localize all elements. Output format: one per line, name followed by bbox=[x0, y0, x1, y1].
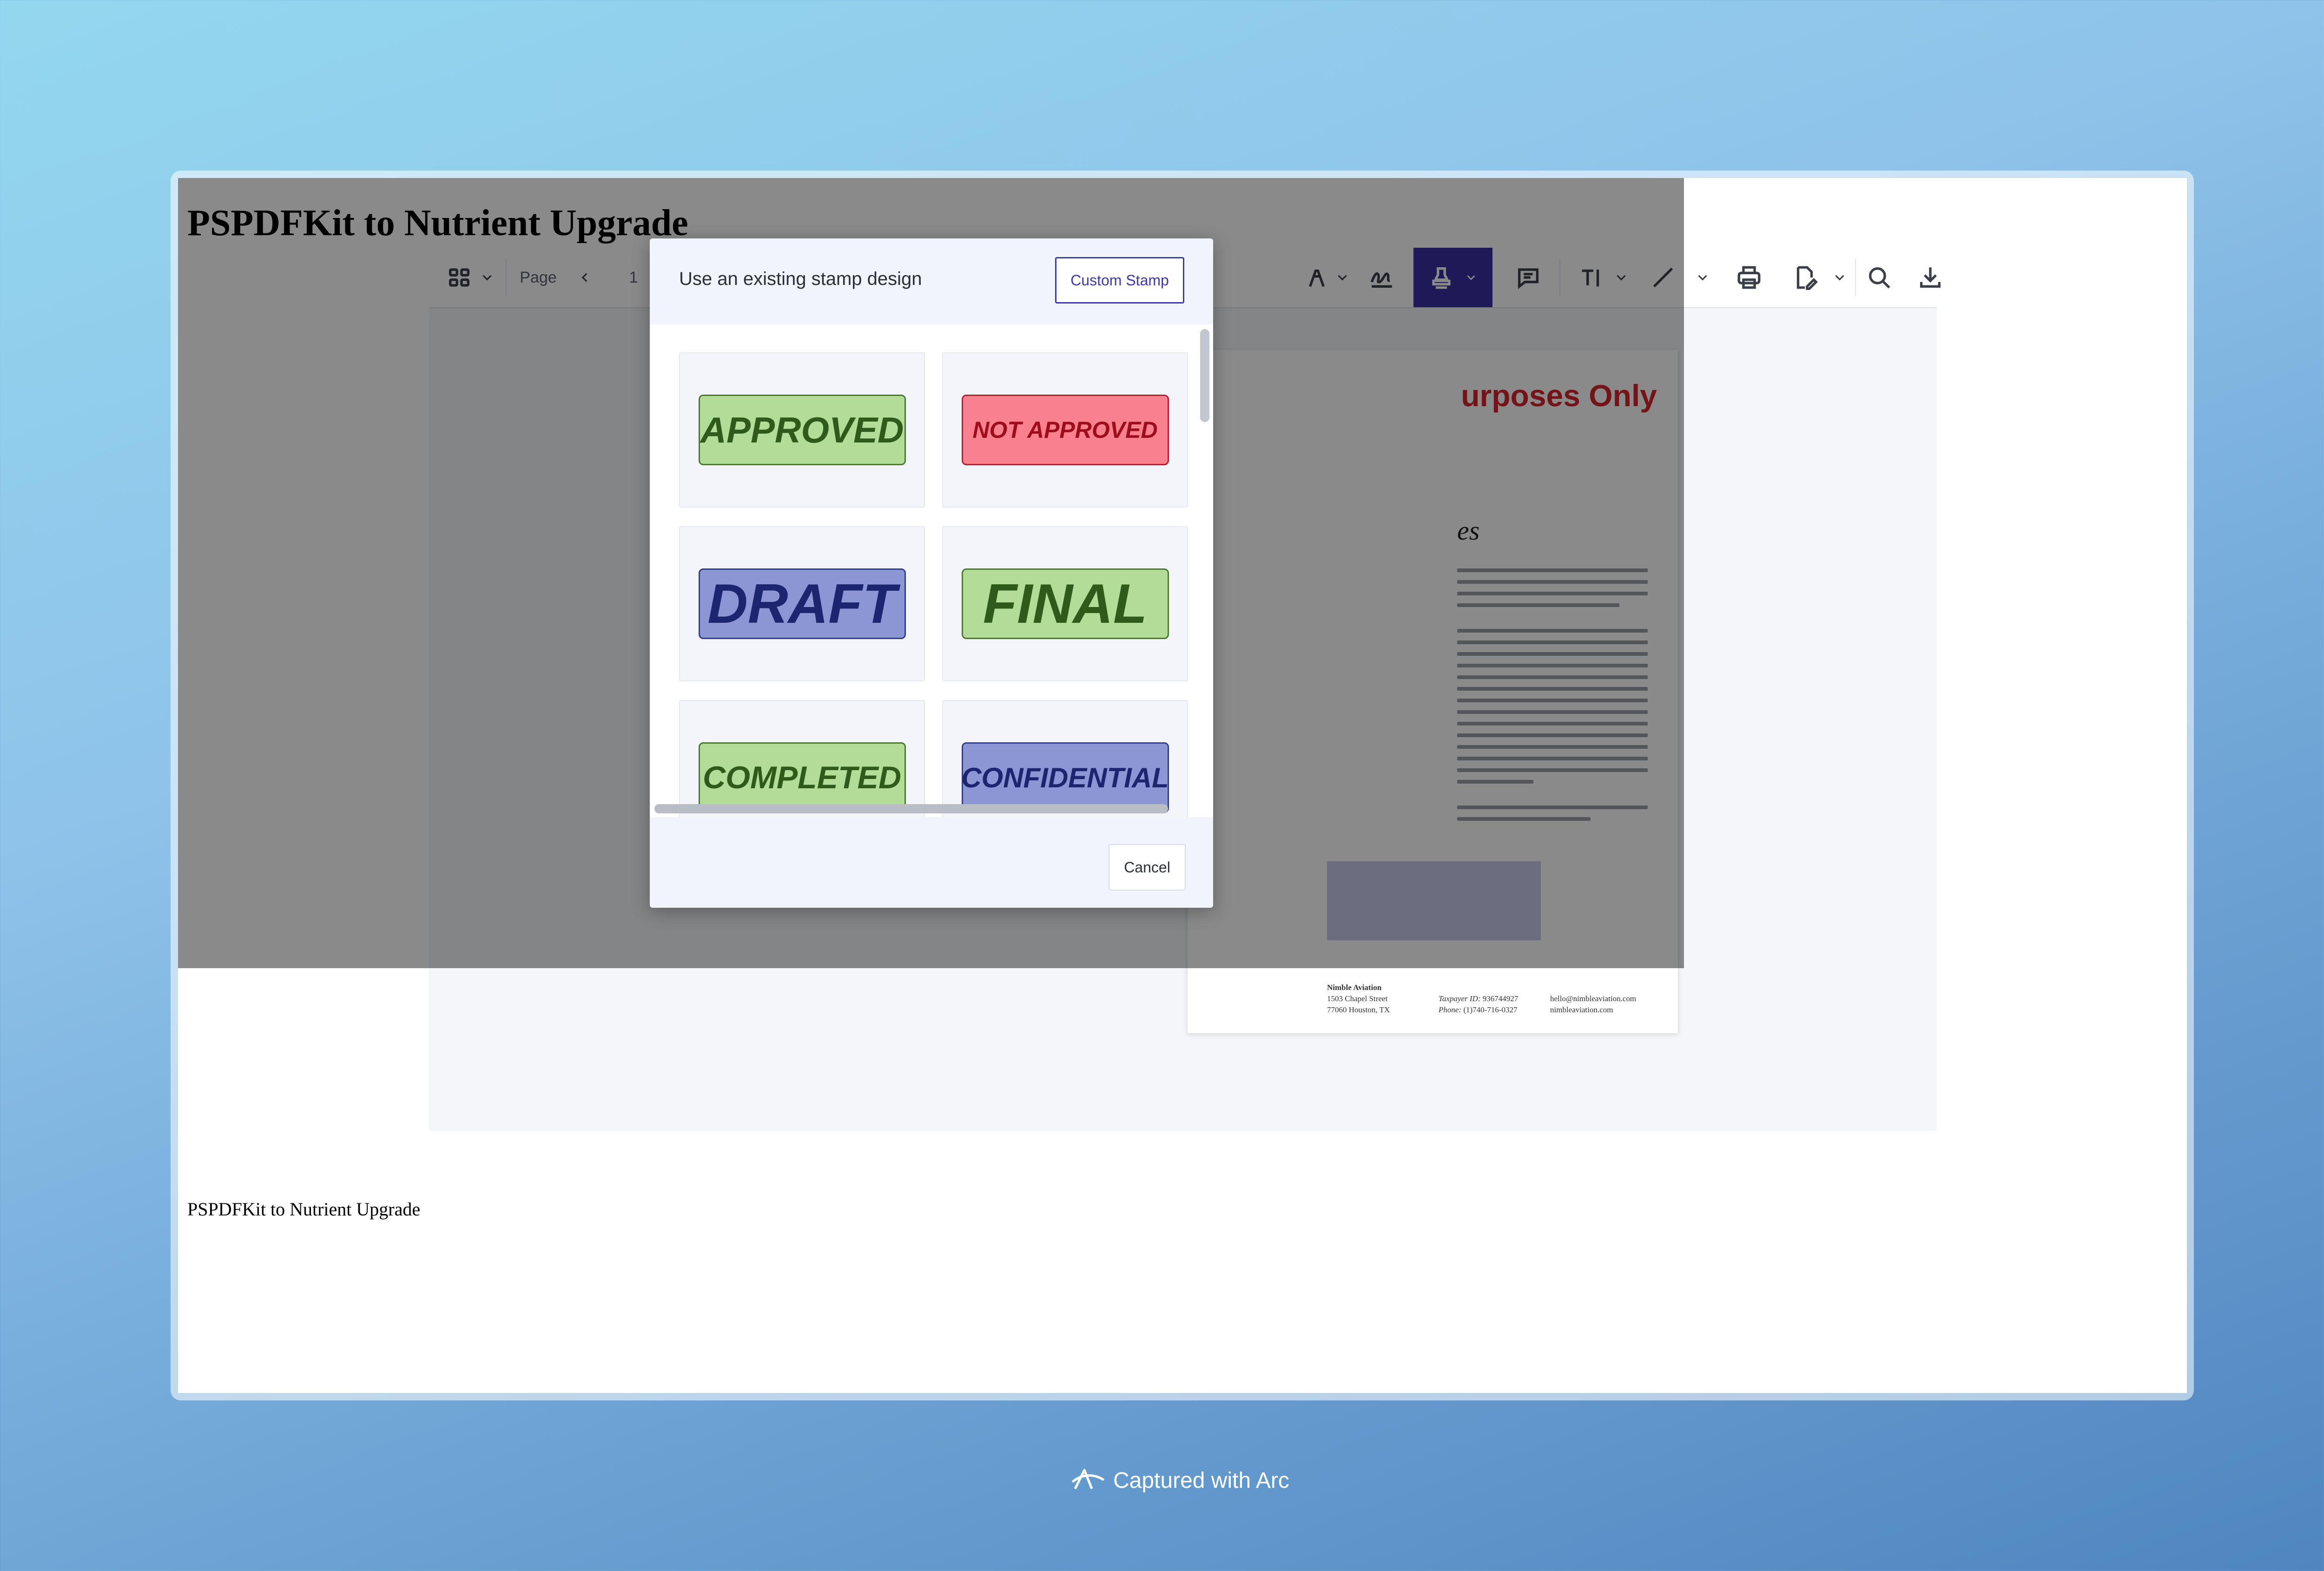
stamp-label: COMPLETED bbox=[698, 742, 906, 813]
footer-address-line1: 1503 Chapel Street bbox=[1327, 994, 1388, 1003]
footer-taxpayer-label: Taxpayer ID: bbox=[1439, 994, 1481, 1003]
stamp-option-completed[interactable]: COMPLETED bbox=[679, 700, 925, 817]
modal-backdrop[interactable]: Use an existing stamp design Custom Stam… bbox=[178, 178, 1684, 968]
search-icon[interactable] bbox=[1851, 248, 1907, 307]
footer-phone: (1)740-716-0327 bbox=[1463, 1005, 1518, 1014]
stamp-label: APPROVED bbox=[698, 395, 906, 465]
footer-phone-label: Phone: bbox=[1439, 1005, 1462, 1014]
stamp-option-not-approved[interactable]: NOT APPROVED bbox=[942, 352, 1188, 508]
stamp-option-draft[interactable]: DRAFT bbox=[679, 526, 925, 681]
cancel-button[interactable]: Cancel bbox=[1109, 844, 1186, 891]
dialog-title: Use an existing stamp design bbox=[679, 269, 922, 289]
edit-chevron-down-icon[interactable] bbox=[1828, 248, 1851, 307]
stamp-option-confidential[interactable]: CONFIDENTIAL bbox=[942, 700, 1188, 817]
footer-address-line2: 77060 Houston, TX bbox=[1327, 1005, 1390, 1014]
stamp-label: CONFIDENTIAL bbox=[961, 742, 1169, 813]
stamp-label: NOT APPROVED bbox=[961, 395, 1169, 465]
edit-document-icon[interactable] bbox=[1782, 248, 1828, 307]
stamp-label: DRAFT bbox=[698, 568, 906, 639]
page-footer-text: PSPDFKit to Nutrient Upgrade bbox=[187, 1199, 421, 1220]
horizontal-scrollbar[interactable] bbox=[654, 804, 1168, 813]
stamp-option-final[interactable]: FINAL bbox=[942, 526, 1188, 681]
stamp-label: FINAL bbox=[961, 568, 1169, 639]
arc-logo-icon bbox=[1072, 1469, 1104, 1490]
stamp-picker-dialog: Use an existing stamp design Custom Stam… bbox=[650, 238, 1213, 908]
stamp-gallery: APPROVED NOT APPROVED DRAFT FINAL COMPLE… bbox=[650, 324, 1213, 817]
download-icon[interactable] bbox=[1907, 248, 1954, 307]
print-icon[interactable] bbox=[1721, 248, 1777, 307]
capture-badge: Captured with Arc bbox=[1071, 1466, 1289, 1494]
capture-label: Captured with Arc bbox=[1113, 1468, 1289, 1493]
footer-email: hello@nimbleaviation.com bbox=[1550, 994, 1637, 1003]
web-page: PSPDFKit to Nutrient Upgrade Page 1 urpo… bbox=[178, 178, 2187, 1393]
custom-stamp-button[interactable]: Custom Stamp bbox=[1055, 257, 1184, 304]
vertical-scrollbar[interactable] bbox=[1200, 329, 1209, 422]
footer-website: nimbleaviation.com bbox=[1550, 1005, 1613, 1014]
footer-company: Nimble Aviation bbox=[1327, 983, 1382, 992]
footer-taxpayer-id: 936744927 bbox=[1482, 994, 1519, 1003]
stamp-option-approved[interactable]: APPROVED bbox=[679, 352, 925, 508]
line-chevron-down-icon[interactable] bbox=[1691, 248, 1714, 307]
